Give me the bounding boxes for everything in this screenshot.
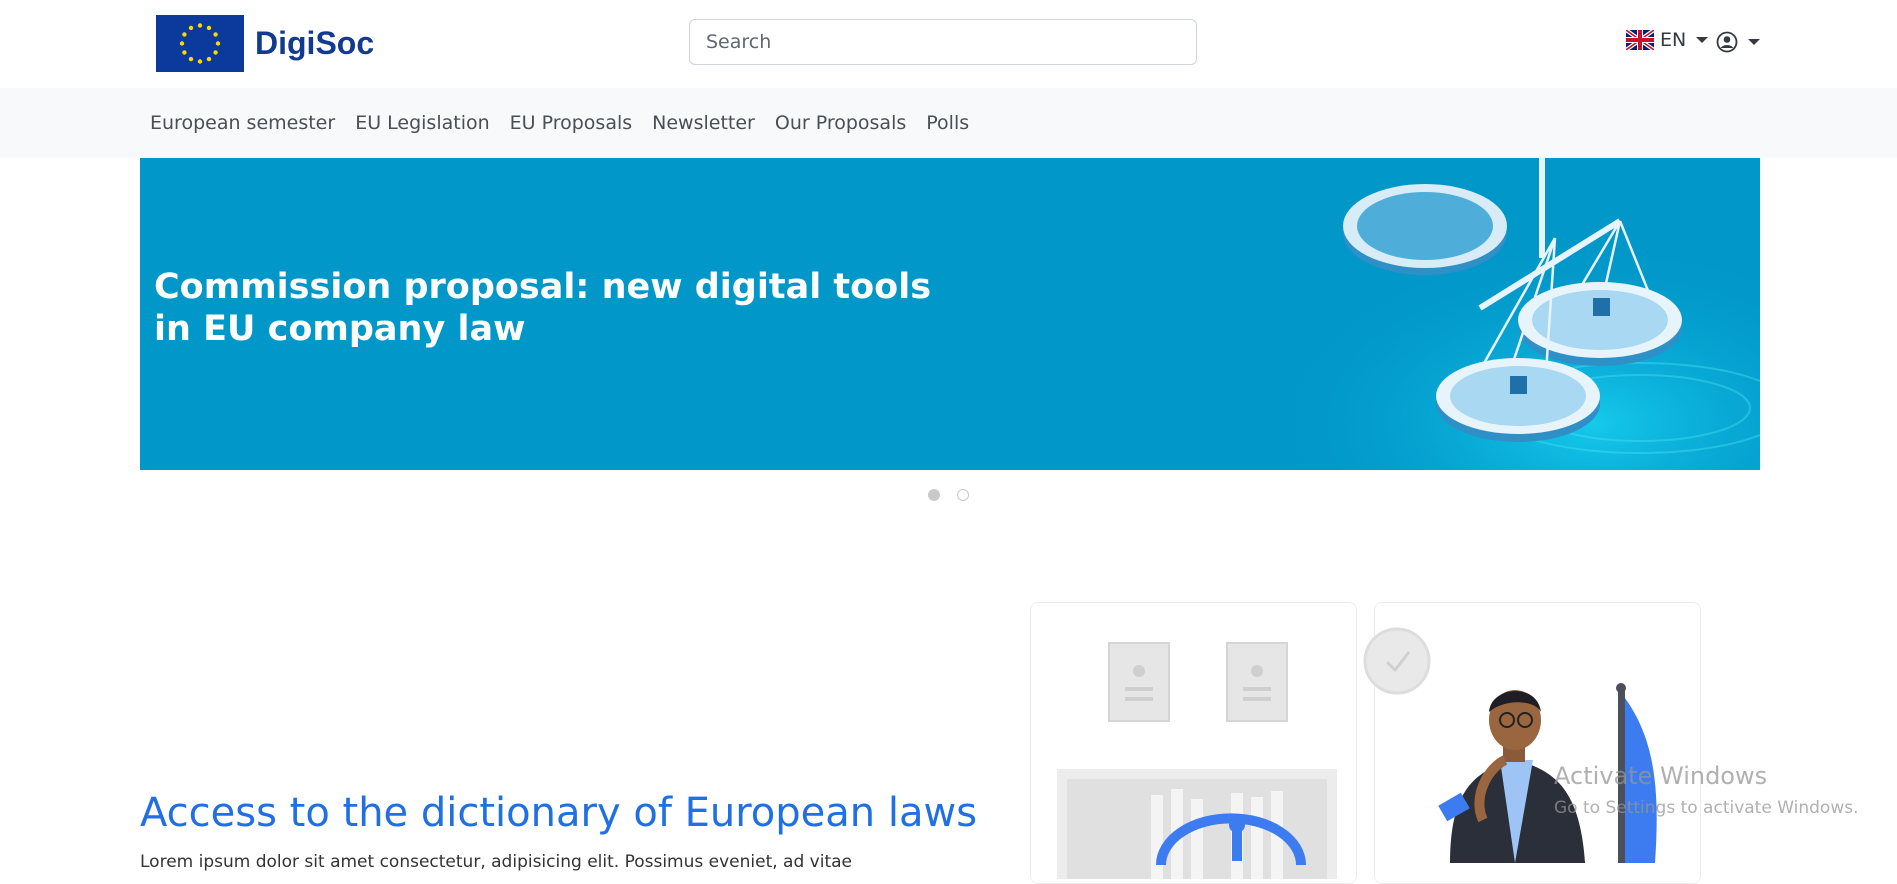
- flag-star: [213, 50, 218, 55]
- nav-item-newsletter[interactable]: Newsletter: [652, 112, 755, 134]
- flag-star: [179, 41, 185, 46]
- carousel-dot-1[interactable]: [928, 489, 940, 501]
- flag-star: [188, 25, 194, 31]
- flag-star: [182, 32, 187, 37]
- carousel-indicators: [928, 489, 986, 501]
- chevron-down-icon: [1696, 37, 1709, 43]
- nav-item-our-proposals[interactable]: Our Proposals: [775, 112, 906, 134]
- nav-item-eu-proposals[interactable]: EU Proposals: [510, 112, 633, 134]
- watermark-subtitle: Go to Settings to activate Windows.: [1554, 798, 1859, 818]
- site-logo[interactable]: DigiSoc: [156, 15, 374, 72]
- search-input[interactable]: [689, 19, 1197, 65]
- brand-name: DigiSoc: [255, 25, 375, 61]
- scales-illustration: [1200, 158, 1760, 470]
- flag-star: [206, 25, 212, 31]
- hero-carousel-slide[interactable]: Commission proposal: new digital tools i…: [140, 158, 1760, 470]
- flag-star: [188, 56, 194, 62]
- flag-star: [206, 56, 212, 62]
- windows-activation-watermark: Activate Windows Go to Settings to activ…: [1554, 762, 1859, 818]
- carousel-dot-2[interactable]: [957, 489, 969, 501]
- flag-star: [213, 32, 218, 37]
- user-circle-icon: [1716, 31, 1738, 53]
- nav-menu: European semester EU Legislation EU Prop…: [150, 88, 989, 158]
- flag-star: [182, 50, 187, 55]
- flag-star: [197, 23, 203, 28]
- language-selector[interactable]: EN: [1626, 29, 1709, 51]
- flag-star: [215, 41, 221, 46]
- top-header: DigiSoc EN: [0, 0, 1897, 88]
- lawyer-illustration: [1363, 627, 1657, 863]
- user-menu[interactable]: [1716, 31, 1760, 53]
- documents-illustration: [1057, 642, 1337, 879]
- main-navbar: European semester EU Legislation EU Prop…: [0, 88, 1897, 158]
- eu-flag-icon: [156, 15, 244, 72]
- nav-item-european-semester[interactable]: European semester: [150, 112, 335, 134]
- watermark-title: Activate Windows: [1554, 762, 1768, 790]
- feature-card-left: [1030, 602, 1357, 884]
- section-description: Lorem ipsum dolor sit amet consectetur, …: [140, 852, 852, 872]
- hero-title: Commission proposal: new digital tools i…: [154, 267, 932, 349]
- nav-item-eu-legislation[interactable]: EU Legislation: [355, 112, 489, 134]
- chevron-down-icon: [1748, 39, 1760, 45]
- language-label: EN: [1660, 29, 1687, 51]
- section-title: Access to the dictionary of European law…: [140, 790, 978, 836]
- nav-item-polls[interactable]: Polls: [926, 112, 969, 134]
- flag-star: [197, 59, 203, 64]
- uk-flag-icon: [1626, 30, 1654, 50]
